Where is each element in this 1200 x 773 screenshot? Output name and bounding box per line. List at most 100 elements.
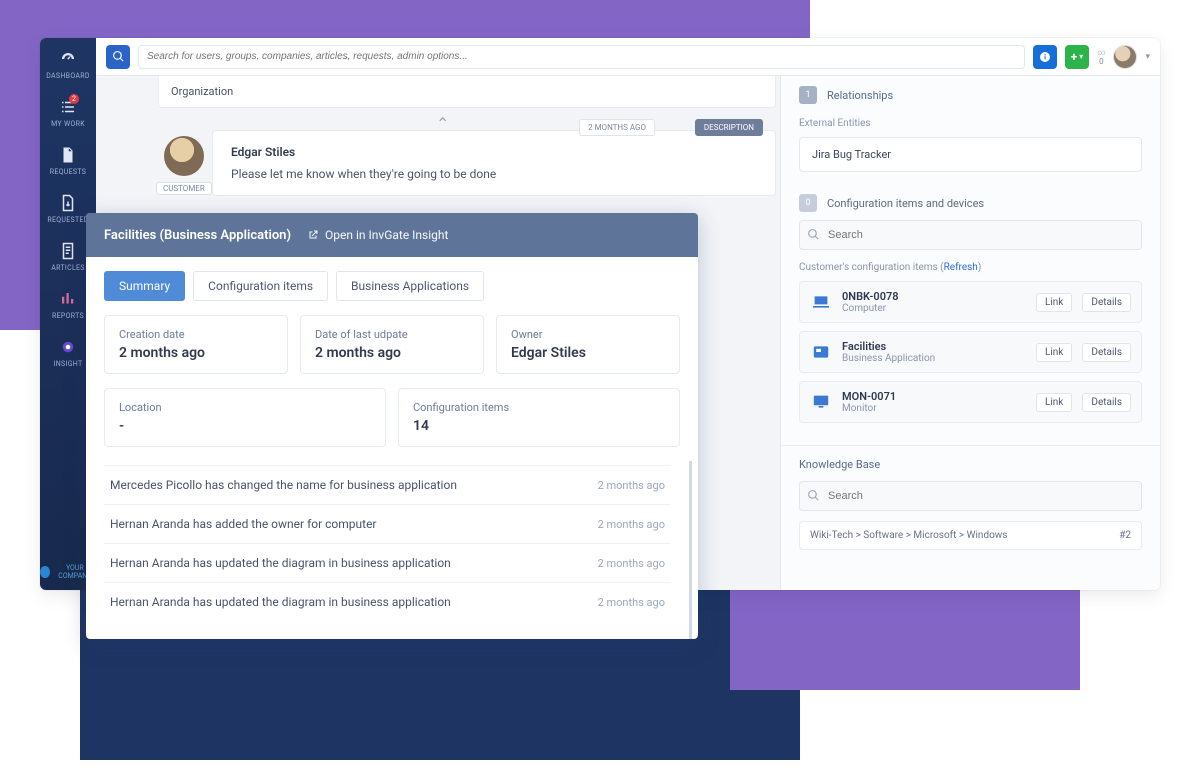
role-tag: CUSTOMER: [156, 182, 212, 195]
search-icon: [112, 50, 125, 63]
tab-summary[interactable]: Summary: [104, 271, 185, 301]
sidebar-item-mywork[interactable]: 2 MY WORK: [51, 98, 85, 128]
details-button[interactable]: Details: [1082, 293, 1131, 312]
search-icon: [807, 228, 820, 241]
kb-search: [799, 481, 1142, 511]
comment-message: Please let me know when they're going to…: [231, 167, 757, 181]
comment-tag: DESCRIPTION: [695, 119, 763, 136]
sidebar-item-dashboard[interactable]: DASHBOARD: [46, 50, 90, 80]
summary-card: Configuration items 14: [398, 388, 680, 447]
activity-row: Hernan Aranda has updated the diagram in…: [104, 543, 671, 582]
knowledge-base-section: Knowledge Base Wiki-Tech > Software > Mi…: [781, 445, 1160, 562]
notif-counter[interactable]: ∞ 0: [1097, 48, 1105, 66]
ci-refresh-line: Customer's configuration items (Refresh): [799, 262, 1142, 273]
relationships-header[interactable]: 1 Relationships: [799, 86, 1142, 104]
svg-text:i: i: [1044, 53, 1046, 61]
ci-row: 0NBK-0078 Computer Link Details: [799, 281, 1142, 323]
ci-count: 0: [799, 194, 817, 212]
app-icon: [810, 343, 832, 361]
facilities-tabs: Summary Configuration items Business App…: [86, 257, 698, 315]
file-icon: [59, 146, 77, 164]
summary-card: Date of last udpate 2 months ago: [300, 315, 484, 374]
laptop-icon: [810, 293, 832, 311]
sidebar-item-requested[interactable]: REQUESTED: [47, 194, 88, 224]
search-button[interactable]: [106, 45, 130, 69]
comment-author: CUSTOMER: [156, 136, 212, 195]
facilities-title: Facilities (Business Application): [104, 228, 291, 243]
link-button[interactable]: Link: [1036, 293, 1072, 312]
external-link-icon: [307, 229, 319, 241]
activity-row: Hernan Aranda has added the owner for co…: [104, 504, 671, 543]
help-button[interactable]: i: [1033, 45, 1057, 69]
details-button[interactable]: Details: [1082, 343, 1131, 362]
search-icon: [807, 489, 820, 502]
monitor-icon: [810, 393, 832, 411]
sidebar-item-articles[interactable]: ARTICLES: [51, 242, 85, 272]
right-panel: 1 Relationships External Entities Jira B…: [780, 76, 1160, 590]
user-avatar[interactable]: [1113, 45, 1137, 69]
ci-type: Business Application: [842, 353, 1026, 364]
activity-list: Mercedes Picollo has changed the name fo…: [86, 461, 692, 639]
breadcrumb[interactable]: Organization: [158, 76, 776, 108]
file-down-icon: [59, 194, 77, 212]
doc-icon: [59, 242, 77, 260]
details-button[interactable]: Details: [1082, 393, 1131, 412]
refresh-link[interactable]: Refresh: [944, 262, 978, 273]
chart-icon: [59, 290, 77, 308]
external-entities-label: External Entities: [799, 118, 1142, 129]
sidebar-item-label: INSIGHT: [54, 360, 83, 368]
summary-card: Location -: [104, 388, 386, 447]
activity-row: Mercedes Picollo has changed the name fo…: [104, 465, 671, 504]
ci-header[interactable]: 0 Configuration items and devices: [799, 194, 1142, 212]
ci-search-input[interactable]: [799, 220, 1142, 250]
link-button[interactable]: Link: [1036, 343, 1072, 362]
kb-search-input[interactable]: [799, 481, 1142, 511]
sidebar-item-label: ARTICLES: [51, 264, 85, 272]
ci-row: MON-0071 Monitor Link Details: [799, 381, 1142, 423]
ci-search: [799, 220, 1142, 250]
summary-card: Owner Edgar Stiles: [496, 315, 680, 374]
ci-type: Computer: [842, 303, 1026, 314]
comment-time: 2 MONTHS AGO: [579, 119, 655, 136]
sidebar-item-label: REQUESTS: [50, 168, 86, 176]
external-entity-row[interactable]: Jira Bug Tracker: [799, 137, 1142, 172]
ci-name: 0NBK-0078: [842, 290, 1026, 303]
facilities-card: Facilities (Business Application) Open i…: [86, 213, 698, 639]
relationships-count: 1: [799, 86, 817, 104]
facilities-header: Facilities (Business Application) Open i…: [86, 213, 698, 257]
kb-article-row[interactable]: Wiki-Tech > Software > Microsoft > Windo…: [799, 521, 1142, 550]
insight-icon: [59, 338, 77, 356]
kb-title: Knowledge Base: [799, 458, 1142, 471]
chevron-down-icon: ▾: [1145, 52, 1150, 62]
ci-type: Monitor: [842, 403, 1026, 414]
comment-author-name: Edgar Stiles: [231, 145, 757, 159]
sidebar-item-label: REPORTS: [52, 312, 84, 320]
info-icon: i: [1039, 51, 1051, 63]
activity-row: Hernan Aranda has updated the diagram in…: [104, 582, 671, 621]
plus-icon: +: [1071, 50, 1078, 64]
sidebar-item-reports[interactable]: REPORTS: [52, 290, 84, 320]
search-input[interactable]: [138, 45, 1025, 69]
open-insight-link[interactable]: Open in InvGate Insight: [307, 228, 448, 242]
ci-row: Facilities Business Application Link Det…: [799, 331, 1142, 373]
summary-card: Creation date 2 months ago: [104, 315, 288, 374]
chevron-down-icon: ▾: [1079, 52, 1083, 61]
top-bar: i + ▾ ∞ 0 ▾: [96, 38, 1160, 76]
tab-config-items[interactable]: Configuration items: [193, 271, 328, 301]
avatar: [164, 136, 204, 176]
comment-bubble: 2 MONTHS AGO DESCRIPTION Edgar Stiles Pl…: [212, 130, 776, 196]
add-button[interactable]: + ▾: [1065, 45, 1090, 69]
sidebar-item-requests[interactable]: REQUESTS: [50, 146, 86, 176]
sidebar-item-insight[interactable]: INSIGHT: [54, 338, 83, 368]
link-button[interactable]: Link: [1036, 393, 1072, 412]
badge-count: 2: [69, 94, 79, 104]
gauge-icon: [59, 50, 77, 68]
tab-business-apps[interactable]: Business Applications: [336, 271, 484, 301]
ci-name: MON-0071: [842, 390, 1026, 403]
link-icon: ∞: [1097, 48, 1105, 57]
kb-tag: #2: [1119, 530, 1131, 541]
sidebar-item-label: MY WORK: [51, 120, 85, 128]
sidebar-item-label: DASHBOARD: [46, 72, 90, 80]
sidebar-item-label: REQUESTED: [47, 216, 88, 224]
ci-name: Facilities: [842, 340, 1026, 353]
